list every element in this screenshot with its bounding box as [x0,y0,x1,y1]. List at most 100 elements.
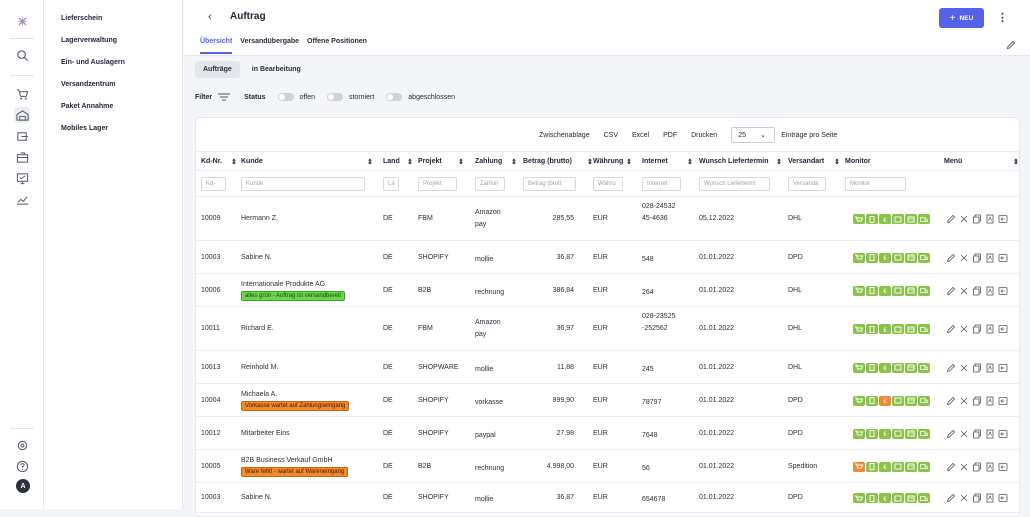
sidebar-item-lagerverwaltung[interactable]: Lagerverwaltung [61,37,117,44]
screen-icon[interactable] [14,170,30,186]
avatar[interactable]: A [16,479,30,493]
stock-status-icon[interactable] [892,324,904,334]
payment-status-icon[interactable]: € [879,285,891,296]
document-icon[interactable] [985,214,995,226]
pdf-button[interactable]: PDF [663,132,677,139]
invoice-status-icon[interactable] [905,214,917,224]
forward-icon[interactable] [998,429,1008,441]
tab-uebersicht[interactable]: Übersicht [200,38,233,54]
close-icon[interactable] [959,429,969,441]
cart-status-icon[interactable] [853,461,865,472]
stock-status-icon[interactable] [892,362,904,373]
table-row[interactable]: 10012 Mitarbeiter Eins DE SHOPIFY paypal 27,9… [196,417,1019,450]
column-header[interactable]: Zahlung [475,158,502,165]
close-icon[interactable] [959,396,969,408]
invoice-status-icon[interactable] [905,252,917,263]
edit-icon[interactable] [946,396,956,408]
table-row[interactable]: 10006 Internationale Produkte AG alles grü… [196,274,1019,307]
back-button[interactable]: ‹ [208,11,212,23]
stock-status-icon[interactable] [892,214,904,224]
copy-icon[interactable] [972,253,982,265]
forward-icon[interactable] [998,396,1008,408]
search-icon[interactable] [14,47,30,63]
table-row[interactable]: 10003 Sabine N. DE SHOPIFY mollie 36,87 EUR 548… [196,241,1019,274]
toggle-abgeschlossen[interactable] [386,93,403,101]
warehouse-icon[interactable] [14,107,30,123]
logo-icon[interactable] [14,13,30,29]
shipping-status-icon[interactable] [918,493,930,503]
filter-icon[interactable] [218,93,231,101]
tab-offene-positionen[interactable]: Offene Positionen [307,38,367,54]
payment-status-icon[interactable]: € [879,214,891,224]
shipping-status-icon[interactable] [918,395,930,406]
column-filter-input[interactable]: Zahlun [475,177,505,191]
close-icon[interactable] [959,286,969,298]
cart-status-icon[interactable] [853,395,865,406]
column-filter-input[interactable]: Währu [593,177,623,191]
payment-status-icon[interactable]: € [879,493,891,503]
close-icon[interactable] [959,462,969,474]
payment-status-icon[interactable]: € [879,395,891,406]
edit-icon[interactable] [946,493,956,505]
edit-icon[interactable] [946,363,956,375]
edit-icon[interactable] [946,214,956,226]
document-icon[interactable] [985,396,995,408]
copy-icon[interactable] [972,493,982,505]
sort-icon[interactable]: ⇕ [776,158,782,166]
sort-icon[interactable]: ⇕ [231,158,237,166]
chart-icon[interactable] [14,191,30,207]
invoice-status-icon[interactable] [905,324,917,334]
column-filter-input[interactable]: Internet [642,177,681,191]
shipping-status-icon[interactable] [918,428,930,439]
column-header[interactable]: Land [383,158,400,165]
edit-icon[interactable] [946,324,956,336]
help-icon[interactable] [14,458,30,474]
sidebar-item-versandzentrum[interactable]: Versandzentrum [61,81,115,88]
column-filter-input[interactable]: Kd- [201,177,226,191]
edit-icon[interactable] [946,462,956,474]
csv-button[interactable]: CSV [604,132,618,139]
column-header[interactable]: Menü [944,158,962,165]
invoice-status-icon[interactable] [905,428,917,439]
close-icon[interactable] [959,324,969,336]
page-size-select[interactable]: 25 ⌄ [731,127,776,143]
shipping-status-icon[interactable] [918,324,930,334]
clipboard-button[interactable]: Zwischenablage [539,132,590,139]
invoice-status-icon[interactable] [905,461,917,472]
payment-status-icon[interactable]: € [879,362,891,373]
column-filter-input[interactable]: Projekt [418,177,457,191]
copy-icon[interactable] [972,286,982,298]
stock-status-icon[interactable] [892,493,904,503]
forward-icon[interactable] [998,214,1008,226]
column-filter-input[interactable]: Wunsch Liefertermi [699,177,770,191]
table-row[interactable]: 10013 Reinhold M. DE SHOPWARE mollie 11,88 EUR… [196,351,1019,384]
invoice-status-icon[interactable] [905,395,917,406]
more-options-icon[interactable]: ⋮ [997,11,1008,24]
close-icon[interactable] [959,214,969,226]
document-icon[interactable] [985,286,995,298]
sort-icon[interactable]: ⇕ [626,158,632,166]
document-icon[interactable] [985,253,995,265]
phone-status-icon[interactable] [866,493,878,503]
excel-button[interactable]: Excel [632,132,649,139]
column-filter-input[interactable]: Betrag (brutt [523,177,576,191]
cart-status-icon[interactable] [853,428,865,439]
shipping-status-icon[interactable] [918,252,930,263]
stock-status-icon[interactable] [892,395,904,406]
invoice-status-icon[interactable] [905,285,917,296]
copy-icon[interactable] [972,429,982,441]
close-icon[interactable] [959,493,969,505]
table-row[interactable]: 10011 Richard E. DE FBM Amazon pay 36,97 EUR 02… [196,307,1019,351]
forward-icon[interactable] [998,286,1008,298]
phone-status-icon[interactable] [866,362,878,373]
column-header[interactable]: Internet [642,158,668,165]
cart-status-icon[interactable] [853,214,865,224]
close-icon[interactable] [959,363,969,375]
copy-icon[interactable] [972,214,982,226]
close-icon[interactable] [959,253,969,265]
cart-status-icon[interactable] [853,493,865,503]
column-header[interactable]: Monitor [845,158,871,165]
sort-icon[interactable]: ⇕ [834,158,840,166]
column-filter-input[interactable]: Versanda [788,177,826,191]
phone-status-icon[interactable] [866,428,878,439]
